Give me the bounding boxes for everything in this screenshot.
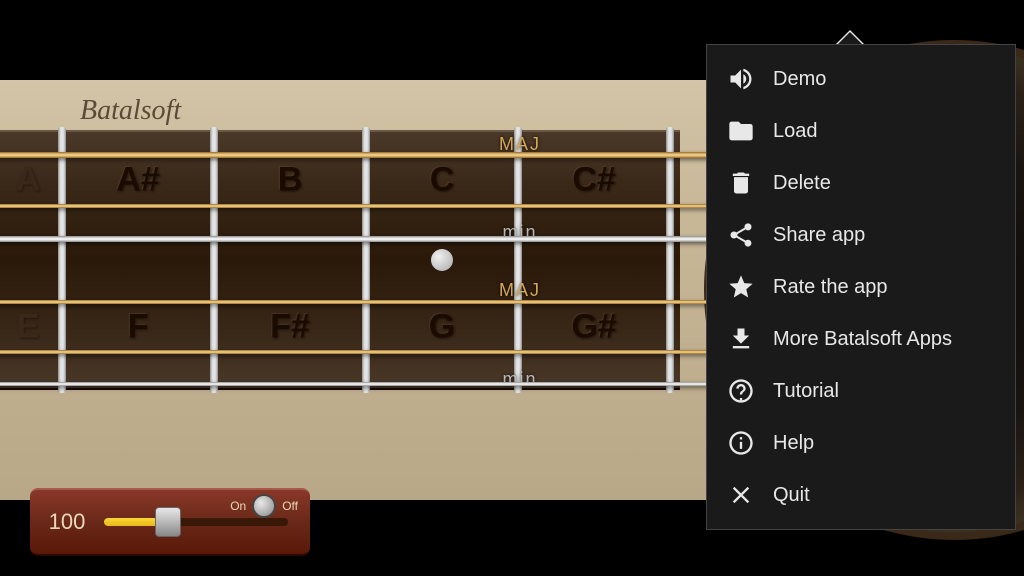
tempo-panel: On Off 100 xyxy=(30,488,310,556)
menu-label: Quit xyxy=(773,484,810,507)
toggle-on-label: On xyxy=(230,499,246,513)
menu-item-delete[interactable]: Delete xyxy=(707,157,1015,209)
note-open-E[interactable]: E xyxy=(17,308,40,347)
menu-label: Help xyxy=(773,432,814,455)
tempo-value: 100 xyxy=(42,509,92,535)
menu-item-more-apps[interactable]: More Batalsoft Apps xyxy=(707,313,1015,365)
menu-item-share[interactable]: Share app xyxy=(707,209,1015,261)
menu-label: Rate the app xyxy=(773,276,888,299)
fretboard[interactable]: MAJ A A# B C C# min MAJ E F F# G G# min xyxy=(0,130,680,390)
menu-label: Delete xyxy=(773,172,831,195)
menu-item-quit[interactable]: Quit xyxy=(707,469,1015,521)
menu-item-help[interactable]: Help xyxy=(707,417,1015,469)
menu-label: Share app xyxy=(773,224,865,247)
download-icon xyxy=(727,325,755,353)
info-icon xyxy=(727,429,755,457)
menu-label: Tutorial xyxy=(773,380,839,403)
note-G-sharp[interactable]: G# xyxy=(571,308,616,347)
menu-item-tutorial[interactable]: Tutorial xyxy=(707,365,1015,417)
menu-label: More Batalsoft Apps xyxy=(773,328,952,351)
options-menu: Demo Load Delete Share app Rate the app … xyxy=(706,44,1016,530)
speaker-icon xyxy=(727,65,755,93)
close-icon xyxy=(727,481,755,509)
note-C[interactable]: C xyxy=(430,161,455,200)
star-icon xyxy=(727,273,755,301)
toggle-off-label: Off xyxy=(282,499,298,513)
menu-item-rate[interactable]: Rate the app xyxy=(707,261,1015,313)
toggle-group: On Off xyxy=(230,494,298,518)
toggle-switch[interactable] xyxy=(252,494,276,518)
note-A-sharp[interactable]: A# xyxy=(116,161,159,200)
tempo-slider[interactable] xyxy=(104,518,288,526)
question-icon xyxy=(727,377,755,405)
share-icon xyxy=(727,221,755,249)
note-B[interactable]: B xyxy=(278,161,303,200)
note-open-A[interactable]: A xyxy=(16,161,41,200)
note-C-sharp[interactable]: C# xyxy=(572,161,615,200)
note-G[interactable]: G xyxy=(429,308,455,347)
folder-icon xyxy=(727,117,755,145)
menu-item-load[interactable]: Load xyxy=(707,105,1015,157)
menu-pointer xyxy=(836,30,864,44)
menu-label: Demo xyxy=(773,68,826,91)
menu-label: Load xyxy=(773,120,818,143)
slider-thumb[interactable] xyxy=(155,507,181,537)
brand-logo: Batalsoft xyxy=(80,95,181,127)
fret-marker-dot xyxy=(431,249,453,271)
note-F-sharp[interactable]: F# xyxy=(270,308,310,347)
row-type-label: MAJ xyxy=(499,280,541,301)
note-F[interactable]: F xyxy=(128,308,149,347)
menu-item-demo[interactable]: Demo xyxy=(707,53,1015,105)
trash-icon xyxy=(727,169,755,197)
row-type-label: min xyxy=(502,369,537,390)
